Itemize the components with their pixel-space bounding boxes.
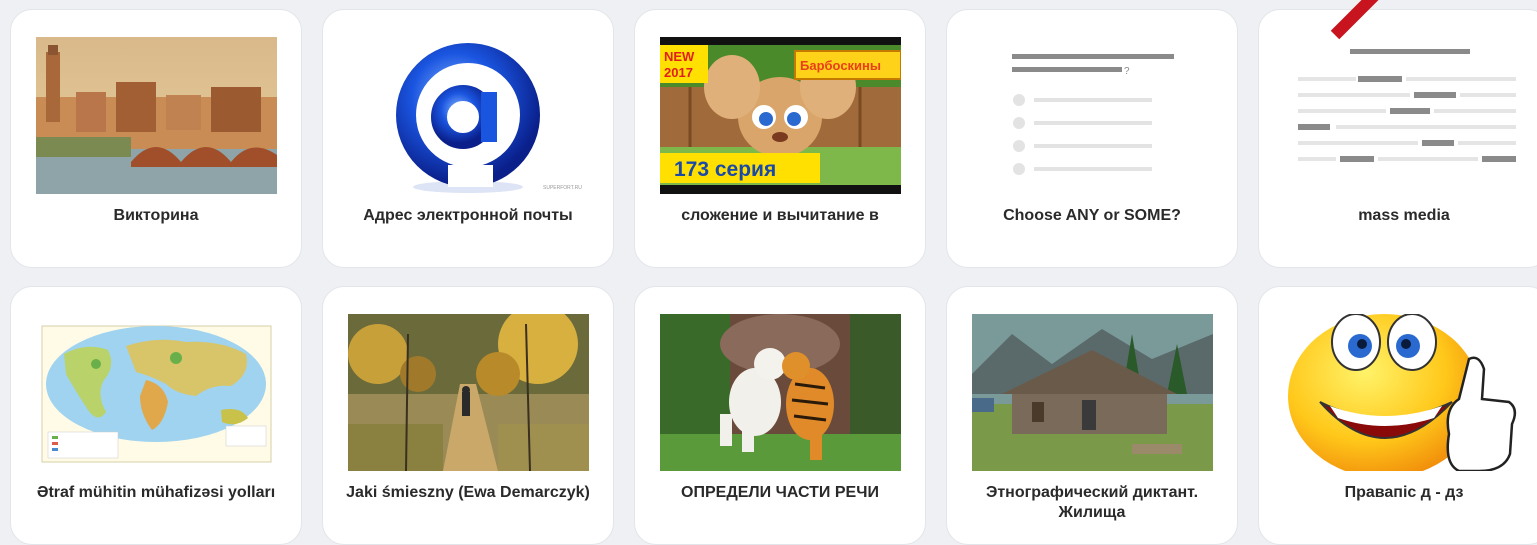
card-title: Викторина [113,207,199,224]
quiz-template-thumbnail: ? [972,37,1213,194]
activity-card[interactable]: Jaki śmieszny (Ewa Demarczyk) [322,286,614,545]
activity-card[interactable]: SUPERFORT.RU Адрес электронной почты [322,9,614,268]
cartoon-video-thumbnail: NEW 2017 Барбоскины 173 серия [660,37,901,194]
activity-card[interactable]: Викторина [10,9,302,268]
card-title: Этнографический диктант. Жилища [985,484,1199,521]
activity-grid: Викторина SUPERFORT.RU Адрес электронной… [10,9,1537,545]
brand-logo-text: Барбоскины [800,58,881,73]
card-title: Ətraf mühitin mühafizəsi yolları [36,484,276,501]
text-template-thumbnail [1284,37,1525,194]
card-title: Адрес электронной почты [363,207,573,224]
card-title: Правапіс д - дз [1344,484,1464,501]
year-badge: 2017 [664,65,693,80]
world-map-thumbnail [36,314,277,471]
svg-text:SUPERFORT.RU: SUPERFORT.RU [543,185,582,191]
activity-card[interactable]: ? Choose ANY or SOME? [946,9,1238,268]
card-title: mass media [1358,207,1450,224]
episode-label: 173 серия [674,158,776,181]
activity-card[interactable]: Ətraf mühitin mühafizəsi yolları [10,286,302,545]
autumn-painting-thumbnail [348,314,589,471]
lion-tiger-photo-thumbnail [660,314,901,471]
card-title: ОПРЕДЕЛИ ЧАСТИ РЕЧИ [681,484,879,501]
svg-text:?: ? [1124,66,1130,77]
activity-card[interactable]: NEW 2017 Барбоскины 173 серия сложение и… [634,9,926,268]
activity-card[interactable]: Правапіс д - дз [1258,286,1537,545]
card-title: сложение и вычитание в [681,207,879,224]
activity-card[interactable]: mass media [1258,9,1537,268]
new-badge: NEW [664,49,695,64]
smiley-thumbs-up-icon [1284,314,1525,471]
at-sign-icon: SUPERFORT.RU [348,37,589,194]
activity-card[interactable]: Этнографический диктант. Жилища [946,286,1238,545]
card-title: Choose ANY or SOME? [1003,207,1181,224]
verona-painting-thumbnail [36,37,277,194]
hut-photo-thumbnail [972,314,1213,471]
card-title: Jaki śmieszny (Ewa Demarczyk) [346,484,590,501]
activity-card[interactable]: ОПРЕДЕЛИ ЧАСТИ РЕЧИ [634,286,926,545]
